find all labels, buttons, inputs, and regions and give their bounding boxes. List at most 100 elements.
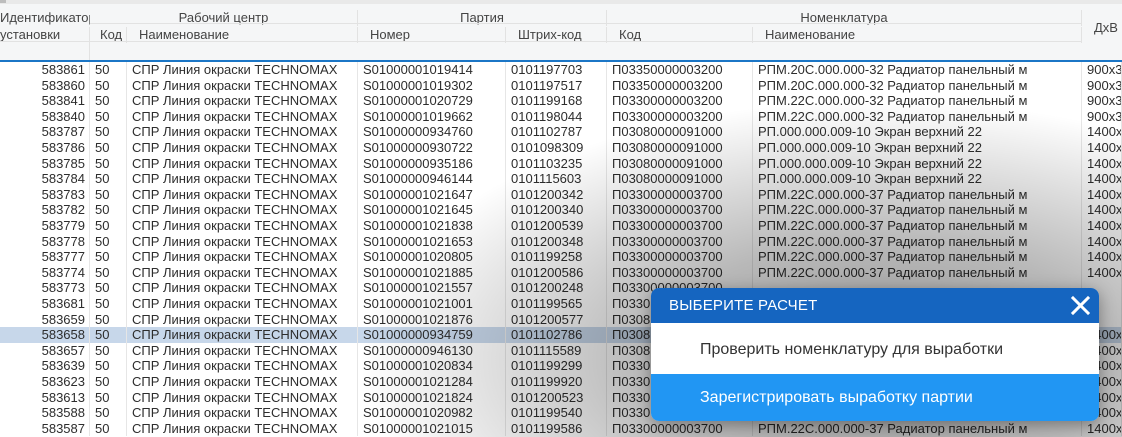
cell-dxv: 1400x (1082, 155, 1122, 172)
cell-wc-name: СПР Линия окраски TECHNOMAX (127, 264, 358, 281)
cell-dxv: 1400x (1082, 218, 1122, 234)
cell-barcode: 0101200342 (506, 186, 607, 203)
cell-id: 583623 (0, 374, 90, 390)
cell-nom-name: РПМ.22С.000.000-32 Радиатор панельный м (753, 108, 1082, 125)
cell-id: 583860 (0, 77, 90, 94)
cell-barcode: 0101102787 (506, 124, 607, 140)
cell-barcode: 0101115589 (506, 342, 607, 359)
cell-id: 583774 (0, 264, 90, 281)
cell-batch-number: S01000001020834 (358, 358, 506, 374)
cell-nom-code: П03300000003700 (607, 249, 753, 265)
cell-wc-code: 50 (90, 405, 127, 421)
cell-wc-code: 50 (90, 124, 127, 140)
cell-wc-code: 50 (90, 327, 127, 343)
cell-wc-name: СПР Линия окраски TECHNOMAX (127, 108, 358, 125)
cell-barcode: 0101103235 (506, 155, 607, 172)
table-row[interactable]: 583860 50 СПР Линия окраски TECHNOMAX S0100… (0, 77, 1122, 94)
header-identifier[interactable]: Идентификатор (0, 10, 90, 26)
cell-nom-name: РП.000.000.009-10 Экран верхний 22 (753, 140, 1082, 156)
cell-barcode: 0101199586 (506, 420, 607, 437)
cell-nom-code: П03080000091000 (607, 171, 753, 187)
table-row[interactable]: 583783 50 СПР Линия окраски TECHNOMAX S0100… (0, 186, 1122, 203)
cell-dxv: 1400x (1082, 186, 1122, 203)
cell-wc-name: СПР Линия окраски TECHNOMAX (127, 342, 358, 359)
table-row[interactable]: 583787 50 СПР Линия окраски TECHNOMAX S0100… (0, 124, 1122, 140)
cell-wc-code: 50 (90, 420, 127, 437)
cell-batch-number: S01000001019662 (358, 108, 506, 125)
cell-wc-code: 50 (90, 155, 127, 172)
table-row[interactable]: 583786 50 СПР Линия окраски TECHNOMAX S0100… (0, 140, 1122, 156)
cell-barcode: 0101115603 (506, 171, 607, 187)
table-row[interactable]: 583784 50 СПР Линия окраски TECHNOMAX S0100… (0, 171, 1122, 187)
table-row[interactable]: 583779 50 СПР Линия окраски TECHNOMAX S0100… (0, 218, 1122, 234)
table-row[interactable]: 583778 50 СПР Линия окраски TECHNOMAX S0100… (0, 233, 1122, 250)
table-row[interactable]: 583774 50 СПР Линия окраски TECHNOMAX S0100… (0, 264, 1122, 281)
cell-wc-name: СПР Линия окраски TECHNOMAX (127, 249, 358, 265)
cell-wc-code: 50 (90, 202, 127, 218)
cell-barcode: 0101200248 (506, 280, 607, 296)
cell-nom-code: П03300000003700 (607, 264, 753, 281)
cell-wc-name: СПР Линия окраски TECHNOMAX (127, 93, 358, 109)
table-row[interactable]: 583777 50 СПР Линия окраски TECHNOMAX S0100… (0, 249, 1122, 265)
cell-id: 583787 (0, 124, 90, 140)
cell-nom-code: П03300000003700 (607, 186, 753, 203)
cell-id: 583786 (0, 140, 90, 156)
table-row[interactable]: 583861 50 СПР Линия окраски TECHNOMAX S0100… (0, 62, 1122, 78)
cell-nom-code: П03300000003200 (607, 108, 753, 125)
grid-header: Идентификатор установки Рабочий центр Ко… (0, 4, 1122, 62)
cell-wc-code: 50 (90, 77, 127, 94)
cell-wc-code: 50 (90, 264, 127, 281)
cell-nom-name: РПМ.22С.000.000-37 Радиатор панельный м (753, 186, 1082, 203)
cell-batch-number: S01000000935186 (358, 155, 506, 172)
check-nomenclature-option[interactable]: Проверить номенклатуру для выработки (651, 326, 1099, 373)
cell-nom-name: РПМ.22С.000.000-37 Радиатор панельный м (753, 249, 1082, 265)
cell-dxv: 900x3 (1082, 108, 1122, 125)
cell-wc-code: 50 (90, 249, 127, 265)
cell-id: 583782 (0, 202, 90, 218)
close-icon[interactable] (1070, 295, 1091, 316)
cell-batch-number: S01000001021653 (358, 233, 506, 250)
cell-batch-number: S01000000946144 (358, 171, 506, 187)
cell-batch-number: S01000001021824 (358, 389, 506, 406)
table-row[interactable]: 583840 50 СПР Линия окраски TECHNOMAX S0100… (0, 108, 1122, 125)
cell-nom-name: РПМ.22С.000.000-37 Радиатор панельный м (753, 264, 1082, 281)
table-row[interactable]: 583587 50 СПР Линия окраски TECHNOMAX S0100… (0, 420, 1122, 437)
filter-cell-id[interactable] (0, 42, 90, 60)
cell-wc-name: СПР Линия окраски TECHNOMAX (127, 124, 358, 140)
cell-batch-number: S01000001021838 (358, 218, 506, 234)
cell-barcode: 0101102786 (506, 327, 607, 343)
cell-barcode: 0101200348 (506, 233, 607, 250)
cell-barcode: 0101199258 (506, 249, 607, 265)
cell-wc-code: 50 (90, 233, 127, 250)
cell-dxv: 1400x (1082, 171, 1122, 187)
cell-id: 583657 (0, 342, 90, 359)
table-row[interactable]: 583841 50 СПР Линия окраски TECHNOMAX S0100… (0, 93, 1122, 109)
cell-id: 583681 (0, 296, 90, 312)
cell-wc-code: 50 (90, 171, 127, 187)
choose-calculation-dialog: ВЫБЕРИТЕ РАСЧЕТ Проверить номенклатуру д… (651, 288, 1099, 421)
cell-dxv: 1400x (1082, 124, 1122, 140)
cell-dxv: 1400x (1082, 140, 1122, 156)
cell-nom-name: РПМ.20С.000.000-32 Радиатор панельный м (753, 77, 1082, 94)
cell-nom-name: РПМ.20С.000.000-32 Радиатор панельный м (753, 62, 1082, 78)
cell-wc-name: СПР Линия окраски TECHNOMAX (127, 420, 358, 437)
cell-batch-number: S01000001019414 (358, 62, 506, 78)
table-row[interactable]: 583782 50 СПР Линия окраски TECHNOMAX S0100… (0, 202, 1122, 218)
cell-dxv: 1400x (1082, 264, 1122, 281)
cell-wc-name: СПР Линия окраски TECHNOMAX (127, 233, 358, 250)
header-dxv[interactable]: ДхВ (1082, 20, 1122, 38)
register-batch-output-option[interactable]: Зарегистрировать выработку партии (651, 374, 1099, 421)
cell-wc-code: 50 (90, 218, 127, 234)
cell-nom-name: РП.000.000.009-10 Экран верхний 22 (753, 171, 1082, 187)
cell-nom-name: РПМ.22С.000.000-37 Радиатор панельный м (753, 420, 1082, 437)
cell-batch-number: S01000001020729 (358, 93, 506, 109)
cell-batch-number: S01000001021876 (358, 311, 506, 328)
dialog-header: ВЫБЕРИТЕ РАСЧЕТ (651, 288, 1099, 323)
cell-wc-name: СПР Линия окраски TECHNOMAX (127, 374, 358, 390)
cell-wc-code: 50 (90, 108, 127, 125)
scroll-knob[interactable] (0, 0, 6, 3)
table-row[interactable]: 583785 50 СПР Линия окраски TECHNOMAX S0100… (0, 155, 1122, 172)
cell-barcode: 0101198044 (506, 108, 607, 125)
cell-batch-number: S01000001021284 (358, 374, 506, 390)
cell-id: 583613 (0, 389, 90, 406)
